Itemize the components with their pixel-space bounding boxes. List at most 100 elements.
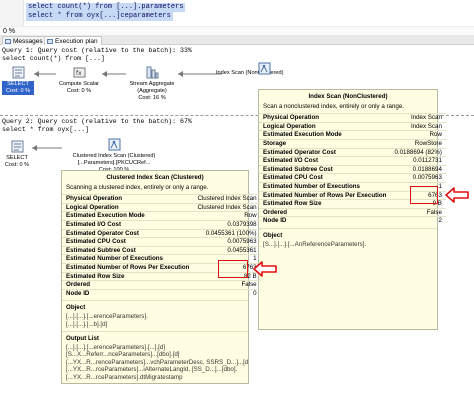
tooltip-nc-row: Estimated CPU Cost 0.0075963 [259,173,446,183]
plan-node-select-2[interactable]: SELECT Cost: 0 % [2,140,32,169]
tooltip-nc-row: Node ID 2 [259,216,446,225]
tooltip-nc-object-header: Object [259,227,437,241]
tooltip-ci-output-line: [...].[...].[...erenceParameters].[...].… [66,343,166,351]
plan-node-stream-aggregate-detail: (Aggregate) [137,88,167,94]
plan-node-select-1-label: SELECT [2,81,34,88]
prop-value: False [390,207,446,217]
prop-key: Estimated Number of Executions [259,181,391,192]
prop-key: Estimated Subtree Cost [62,245,194,255]
prop-key: Estimated Number of Executions [62,254,194,264]
svg-text:fx: fx [76,70,82,77]
prop-value: 0.0112731 [390,156,446,166]
plan-node-index-scan[interactable] [256,62,272,77]
prop-value: Row [193,211,261,221]
prop-value: 0.0455361 (100%) [193,228,261,238]
prop-key: Estimated Number of Rows Per Execution [62,262,194,273]
prop-value: False [193,280,261,290]
prop-value: Clustered Index Scan [193,194,261,204]
plan-node-compute-scalar[interactable]: fx Compute Scalar Cost: 0 % [54,66,104,95]
tooltip-nc-row: Estimated Subtree Cost 0.0188694 [259,164,446,174]
prop-value: 0.0379398 [193,219,261,230]
plan-node-select-1-cost: Cost: 0 % [2,88,34,95]
tooltip-ci-properties: Physical Operation Clustered Index Scan L… [62,194,261,298]
plan-node-clustered-index-scan-label: Clustered Index Scan (Clustered) [72,153,156,159]
prop-value: Row [390,130,446,140]
tooltip-ci-row: Estimated CPU Cost 0.0075963 [62,237,261,247]
tooltip-nc-row: Logical Operation Index Scan [259,121,446,131]
red-arrow-icon [445,187,469,203]
prop-key: Estimated Subtree Cost [259,164,391,174]
highlight-box-clustered [218,260,248,278]
prop-value: Index Scan [390,121,446,131]
prop-value: Index Scan [390,113,446,123]
tooltip-nc-row: Physical Operation Index Scan [259,113,446,123]
prop-key: Physical Operation [62,194,194,204]
tab-execution-plan-label: Execution plan [55,38,98,45]
prop-key: Logical Operation [259,121,391,131]
plan-node-clustered-index-scan-detail: [...Parameters].[PKCUCRef... [77,160,151,166]
tooltip-ci-row: Estimated Subtree Cost 0.0455361 [62,245,261,255]
query2-sql: select * from oyx[...] [2,126,90,133]
editor-gutter [0,0,24,26]
tooltip-ci-title: Clustered Index Scan (Clustered) [106,174,204,181]
code-line-2[interactable]: select * from oyx[...]ceparameters [26,12,173,21]
plan-node-stream-aggregate[interactable]: Stream Aggregate (Aggregate) Cost: 16 % [124,66,180,102]
prop-key: Ordered [62,280,194,290]
tooltip-ci-output-line: [...YX...R...rceParameters]...iAlternate… [66,366,238,374]
tooltip-nc-row: Ordered False [259,207,446,217]
tooltip-nc-row: Estimated I/O Cost 0.0112731 [259,156,446,166]
tooltip-nc-properties: Physical Operation Index Scan Logical Ope… [259,113,446,225]
tooltip-ci-output-header: Output List [62,331,248,344]
prop-value: RowStore [390,138,446,149]
select-icon [11,140,24,153]
code-line-1[interactable]: select count(*) from [...].parameters [26,3,186,12]
prop-key: Estimated CPU Cost [62,237,194,247]
prop-key: Physical Operation [259,113,391,123]
tooltip-ci-description: Scanning a clustered index, entirely or … [66,183,209,191]
prop-key: Estimated Operator Cost [62,228,194,238]
prop-key: Node ID [62,288,194,298]
clustered-index-scan-icon [108,138,121,151]
prop-key: Estimated I/O Cost [62,219,194,230]
plan-node-compute-scalar-cost: Cost: 0 % [66,88,92,94]
prop-value: 0.0075963 [193,237,261,247]
plan-node-stream-aggregate-cost: Cost: 16 % [138,95,166,101]
plan-node-clustered-index-scan[interactable]: Clustered Index Scan (Clustered) [...Par… [66,138,162,174]
prop-value: 0.0188694 (82%) [390,147,446,157]
prop-key: Logical Operation [62,202,194,212]
messages-icon [5,39,11,44]
tab-messages-label: Messages [13,38,43,45]
tooltip-ci-object-line: [...].[...].[...erenceParameters]. [66,312,148,320]
tooltip-nc-object-line: [S...].[...].[...AnReferenceParameters]. [263,240,367,248]
tooltip-ci-row: Estimated Execution Mode Row [62,211,261,221]
tooltip-nc-row: Estimated Operator Cost 0.0188694 (82%) [259,147,446,157]
highlight-box-nonclustered [410,186,438,204]
query1-header: Query 1: Query cost (relative to the bat… [2,47,192,54]
zoom-level[interactable]: 0 % [0,26,474,35]
plan-node-select-2-label: SELECT [6,155,28,161]
prop-key: Estimated Row Size [62,271,194,281]
prop-value: 0 [193,288,261,298]
prop-key: Estimated Operator Cost [259,147,391,157]
tab-messages[interactable]: Messages [2,36,47,45]
prop-key: Ordered [259,207,391,217]
prop-value: 0.0188694 [390,164,446,174]
tooltip-ci-row: Node ID 0 [62,288,261,298]
plan-node-stream-aggregate-label: Stream Aggregate [129,81,175,87]
tooltip-ci-row: Physical Operation Clustered Index Scan [62,194,261,204]
prop-value: Clustered Index Scan [193,202,261,212]
plan-node-compute-scalar-label: Compute Scalar [58,81,100,87]
select-icon [12,66,25,79]
results-tabbar: Messages Execution plan [0,35,474,45]
prop-value: 0.0455361 [193,245,261,255]
plan-node-select-2-cost: Cost: 0 % [4,162,30,168]
query2-header: Query 2: Query cost (relative to the bat… [2,118,192,125]
index-scan-icon [258,62,271,75]
compute-scalar-icon: fx [73,66,86,79]
prop-key: Estimated Number of Rows Per Execution [259,190,391,200]
plan-node-select-1[interactable]: SELECT Cost: 0 % [2,66,34,95]
tooltip-index-scan-nonclustered: Index Scan (NonClustered) Scan a nonclus… [258,89,446,330]
prop-key: Estimated CPU Cost [259,173,391,183]
sql-editor[interactable]: select count(*) from [...].parameters se… [0,0,474,26]
tab-execution-plan[interactable]: Execution plan [44,36,102,45]
